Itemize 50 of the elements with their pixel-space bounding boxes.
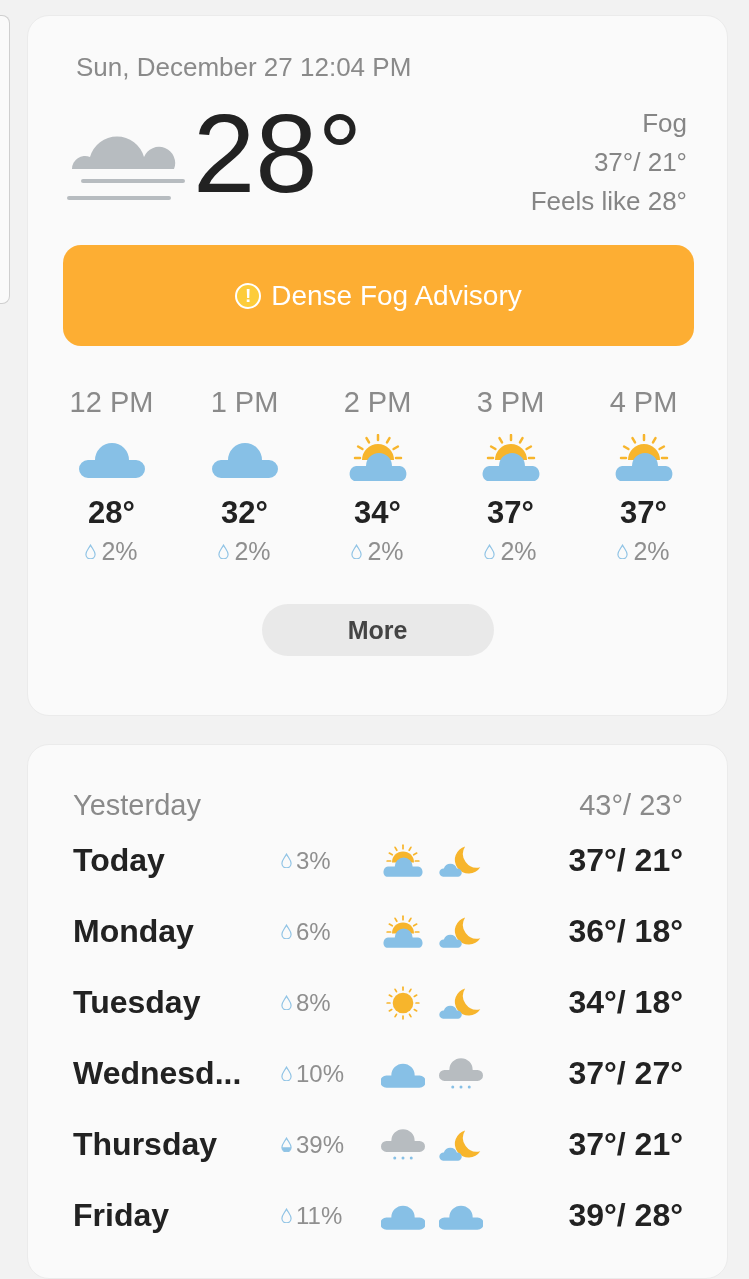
precipitation-chance: 39% <box>296 1130 345 1159</box>
hour-label: 2 PM <box>343 386 412 419</box>
warning-icon: ! <box>235 282 262 309</box>
precipitation-chance: 2% <box>101 537 138 566</box>
advisory-label: Dense Fog Advisory <box>271 279 522 312</box>
precipitation-chance: 3% <box>296 846 331 875</box>
more-button[interactable]: More <box>261 604 494 656</box>
precipitation-chance: 6% <box>296 917 331 946</box>
day-name: Friday <box>73 1197 171 1235</box>
precipitation-chance: 2% <box>500 537 537 566</box>
yesterday-label: Yesterday <box>73 789 201 824</box>
day-name: Today <box>73 842 166 880</box>
yesterday-high-low: 43°/ 23° <box>579 789 683 824</box>
day-name: Thursday <box>73 1126 219 1164</box>
current-temperature: 28° <box>193 98 363 210</box>
day-high-low: 37°/ 21° <box>568 842 683 880</box>
hour-temperature: 32° <box>221 495 268 531</box>
day-high-low: 36°/ 18° <box>568 913 683 951</box>
precipitation-chance: 2% <box>367 537 404 566</box>
raindrop-icon <box>85 544 97 559</box>
hour-temperature: 37° <box>487 495 534 531</box>
hour-temperature: 28° <box>88 495 135 531</box>
hour-temperature: 37° <box>620 495 667 531</box>
sun-cloud-icon <box>381 913 425 950</box>
day-high-low: 34°/ 18° <box>568 984 683 1022</box>
precipitation-chance: 2% <box>234 537 271 566</box>
precipitation-chance: 2% <box>633 537 670 566</box>
day-high-low: 39°/ 28° <box>568 1197 683 1235</box>
sun-cloud-icon <box>381 842 425 879</box>
raindrop-icon <box>351 544 363 559</box>
day-name: Wednesd... <box>73 1055 243 1093</box>
hour-temperature: 34° <box>354 495 401 531</box>
hour-label: 12 PM <box>69 386 154 419</box>
date-time: Sun, December 27 12:04 PM <box>76 52 413 83</box>
raindrop-icon <box>617 544 629 559</box>
day-name: Tuesday <box>73 984 202 1022</box>
hour-label: 1 PM <box>210 386 279 419</box>
precipitation-chance: 8% <box>296 988 331 1017</box>
raindrop-icon <box>484 544 496 559</box>
precipitation-chance: 10% <box>296 1059 345 1088</box>
raindrop-icon <box>218 544 230 559</box>
day-name: Monday <box>73 913 195 951</box>
high-low: 37°/ 21° <box>592 145 687 179</box>
hour-label: 3 PM <box>476 386 545 419</box>
precipitation-chance: 11% <box>296 1201 343 1230</box>
feels-like: Feels like 28° <box>530 184 687 218</box>
day-high-low: 37°/ 27° <box>568 1055 683 1093</box>
hour-label: 4 PM <box>609 386 678 419</box>
day-high-low: 37°/ 21° <box>568 1126 683 1164</box>
condition: Fog <box>641 106 687 140</box>
